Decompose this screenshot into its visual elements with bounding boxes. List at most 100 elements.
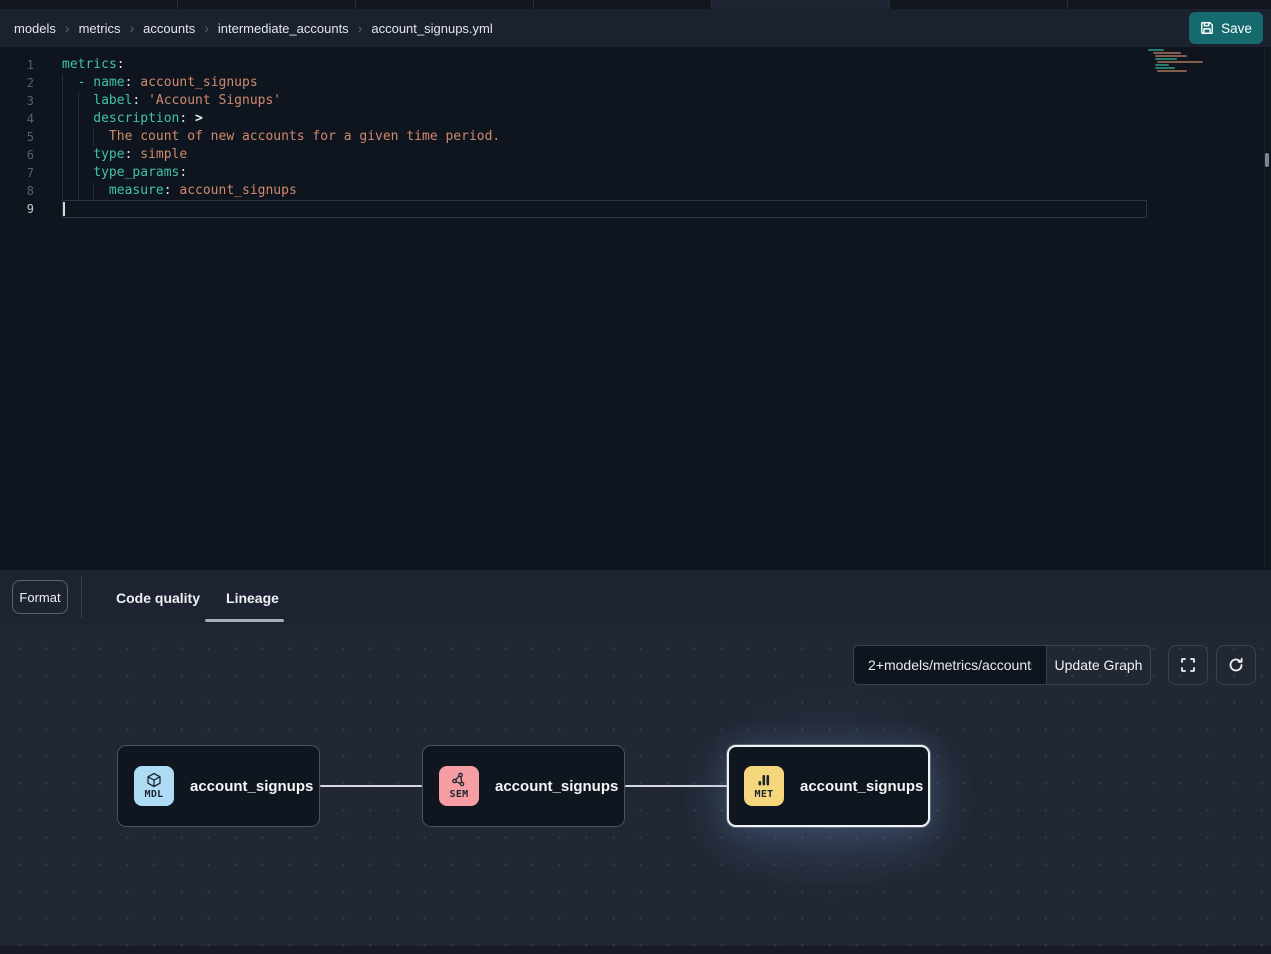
lineage-edge <box>625 785 727 787</box>
yaml-colon: : <box>117 57 125 72</box>
metric-badge-label: MET <box>755 789 774 800</box>
code-line[interactable]: 3 label: 'Account Signups' <box>0 92 1271 110</box>
fullscreen-icon <box>1180 657 1196 673</box>
lineage-node-metric-selected[interactable]: MET account_signups <box>727 745 930 827</box>
indent-guide <box>62 182 78 200</box>
yaml-key: measure <box>109 183 164 198</box>
lineage-selector-input[interactable] <box>854 646 1046 684</box>
chevron-right-icon: › <box>129 20 134 36</box>
code-line[interactable]: 8 measure: account_signups <box>0 182 1271 200</box>
yaml-key: label <box>93 93 132 108</box>
code-line[interactable]: 6 type: simple <box>0 146 1271 164</box>
editor-scrollbar[interactable] <box>1264 47 1270 570</box>
code-line[interactable]: 5 The count of new accounts for a given … <box>0 128 1271 146</box>
minimap-line <box>1148 49 1164 51</box>
semantic-model-badge: SEM <box>439 766 479 806</box>
yaml-key: - name <box>78 75 125 90</box>
editor-tab-active[interactable] <box>712 0 890 9</box>
code-line[interactable]: 1 metrics: <box>0 56 1271 74</box>
lineage-node-model[interactable]: MDL account_signups <box>117 745 320 827</box>
code-line[interactable]: 7 type_params: <box>0 164 1271 182</box>
tab-lineage[interactable]: Lineage <box>213 590 292 606</box>
indent-guide <box>62 92 78 110</box>
tab-code-quality[interactable]: Code quality <box>103 590 213 606</box>
lineage-edge <box>320 785 422 787</box>
line-number: 3 <box>0 92 34 110</box>
minimap-line <box>1157 61 1203 63</box>
indent-guide <box>62 146 78 164</box>
cube-icon <box>146 772 162 788</box>
metric-badge: MET <box>744 766 784 806</box>
update-graph-button[interactable]: Update Graph <box>1046 646 1150 684</box>
breadcrumb-item-metrics[interactable]: metrics <box>79 21 121 36</box>
chevron-right-icon: › <box>204 20 209 36</box>
refresh-icon <box>1228 657 1244 673</box>
breadcrumb-item-filename[interactable]: account_signups.yml <box>371 21 492 36</box>
refresh-button[interactable] <box>1216 645 1256 685</box>
editor-tab[interactable] <box>0 0 178 9</box>
divider <box>81 576 82 618</box>
yaml-value: 'Account Signups' <box>140 93 281 108</box>
indent-guide <box>78 164 94 182</box>
yaml-key: description <box>93 111 179 126</box>
indent-guide <box>62 164 78 182</box>
indent-guide <box>78 110 94 128</box>
chevron-right-icon: › <box>358 20 363 36</box>
format-button[interactable]: Format <box>12 580 68 614</box>
minimap[interactable] <box>1148 49 1210 73</box>
active-tab-indicator <box>205 619 284 622</box>
minimap-line <box>1153 52 1181 54</box>
yaml-key: type_params <box>93 165 179 180</box>
indent-guide <box>78 128 94 146</box>
code-line[interactable]: 4 description: > <box>0 110 1271 128</box>
line-number: 7 <box>0 164 34 182</box>
yaml-value: simple <box>132 147 187 162</box>
indent-guide <box>78 182 94 200</box>
minimap-line <box>1155 55 1187 57</box>
editor-tab[interactable] <box>178 0 356 9</box>
yaml-value: account_signups <box>172 183 297 198</box>
yaml-key: type <box>93 147 124 162</box>
code-editor[interactable]: 1 metrics: 2 - name: account_signups 3 l… <box>0 47 1271 570</box>
indent-guide <box>62 110 78 128</box>
model-badge: MDL <box>134 766 174 806</box>
fullscreen-button[interactable] <box>1168 645 1208 685</box>
code-line-current[interactable]: 9 <box>0 200 1271 218</box>
lineage-node-semantic-model[interactable]: SEM account_signups <box>422 745 625 827</box>
current-line-highlight <box>62 200 1147 218</box>
bar-chart-icon <box>756 772 772 788</box>
ide-window: models › metrics › accounts › intermedia… <box>0 0 1271 954</box>
node-label: account_signups <box>190 778 313 795</box>
breadcrumb-item-accounts[interactable]: accounts <box>143 21 195 36</box>
selector-group: Update Graph <box>853 645 1151 685</box>
text-cursor <box>63 202 65 216</box>
floppy-disk-icon <box>1200 21 1214 35</box>
yaml-key: metrics <box>62 57 117 72</box>
minimap-line <box>1155 67 1175 69</box>
line-number: 4 <box>0 110 34 128</box>
editor-tab[interactable] <box>534 0 712 9</box>
minimap-line <box>1155 64 1169 66</box>
yaml-value: account_signups <box>132 75 257 90</box>
indent-guide <box>62 128 78 146</box>
editor-tab[interactable] <box>1068 0 1271 9</box>
indent-guide <box>78 146 94 164</box>
node-label: account_signups <box>800 778 923 795</box>
editor-tab[interactable] <box>356 0 534 9</box>
breadcrumb-item-intermediate-accounts[interactable]: intermediate_accounts <box>218 21 349 36</box>
lineage-canvas[interactable]: Update Graph MDL account_signups SEM acc <box>0 625 1271 954</box>
line-number: 2 <box>0 74 34 92</box>
yaml-colon: : <box>164 183 172 198</box>
indent-guide <box>93 128 109 146</box>
indent-guide <box>62 74 78 92</box>
save-button[interactable]: Save <box>1189 12 1263 44</box>
breadcrumb-item-models[interactable]: models <box>14 21 56 36</box>
lineage-controls: Update Graph <box>853 645 1256 685</box>
editor-tab[interactable] <box>890 0 1068 9</box>
semantic-network-icon <box>451 772 467 788</box>
code-line[interactable]: 2 - name: account_signups <box>0 74 1271 92</box>
model-badge-label: MDL <box>145 789 164 800</box>
code-lines: 1 metrics: 2 - name: account_signups 3 l… <box>0 56 1271 218</box>
scrollbar-thumb[interactable] <box>1265 153 1269 167</box>
line-number: 1 <box>0 56 34 74</box>
